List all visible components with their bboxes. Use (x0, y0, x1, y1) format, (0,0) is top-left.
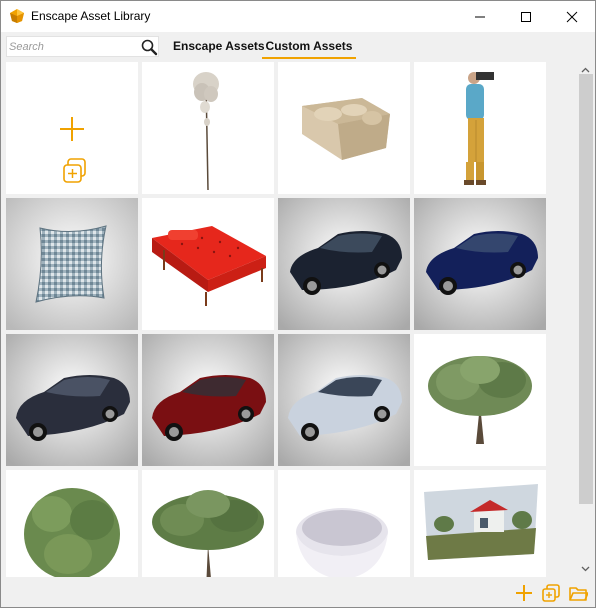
car-silver-thumbnail (278, 334, 410, 466)
window-title: Enscape Asset Library (31, 9, 151, 23)
scroll-thumb[interactable] (579, 74, 593, 504)
tab-custom-assets[interactable]: Custom Assets (262, 38, 356, 59)
open-folder-icon[interactable] (568, 583, 588, 603)
car-red-thumbnail (142, 334, 274, 466)
add-from-file-icon[interactable] (541, 583, 561, 603)
asset-tile-car-black[interactable] (278, 198, 410, 330)
asset-tile-spreading-tree[interactable] (142, 470, 274, 577)
search-input[interactable] (9, 39, 134, 54)
add-icon[interactable] (514, 583, 534, 603)
bottom-action-bar (1, 577, 595, 607)
checkered-cushion-thumbnail (6, 198, 138, 330)
asset-tile-tall-tree[interactable] (142, 62, 274, 194)
bathtub-thumbnail (296, 508, 388, 577)
plus-icon (60, 117, 84, 141)
car-black-thumbnail (278, 198, 410, 330)
asset-tile-sofa[interactable] (278, 62, 410, 194)
enscape-logo-icon (10, 9, 24, 23)
scroll-down-button[interactable] (577, 560, 594, 577)
asset-tile-olive-tree[interactable] (414, 334, 546, 466)
asset-tile-daybed[interactable] (142, 198, 274, 330)
shrub-tree-thumbnail (24, 488, 120, 577)
tab-enscape-assets[interactable]: Enscape Assets (167, 38, 271, 59)
search-icon[interactable] (140, 38, 158, 56)
chevron-down-icon (581, 566, 590, 571)
add-from-file-icon (63, 158, 86, 183)
person-with-camera-thumbnail (464, 72, 494, 185)
asset-tile-shrub-tree[interactable] (6, 470, 138, 577)
title-bar: Enscape Asset Library (1, 1, 595, 32)
car-dark-gray-thumbnail (6, 334, 138, 466)
asset-grid (5, 61, 575, 577)
close-icon (566, 11, 578, 22)
house-panorama-thumbnail (424, 484, 538, 560)
asset-tile-car-red[interactable] (142, 334, 274, 466)
spreading-tree-thumbnail (152, 490, 264, 577)
asset-tile-person[interactable] (414, 62, 546, 194)
car-blue-thumbnail (414, 198, 546, 330)
asset-tile-bathtub[interactable] (278, 470, 410, 577)
red-daybed-thumbnail (152, 226, 266, 306)
olive-tree-thumbnail (428, 356, 532, 444)
close-button[interactable] (549, 1, 595, 32)
asset-tile-car-dark-gray[interactable] (6, 334, 138, 466)
asset-tile-house-panorama[interactable] (414, 470, 546, 577)
vertical-scrollbar[interactable] (577, 61, 594, 577)
minimize-button[interactable] (457, 1, 503, 32)
maximize-icon (521, 11, 531, 22)
asset-tile-cushion[interactable] (6, 198, 138, 330)
search-box (6, 36, 159, 57)
tall-tree-thumbnail (193, 72, 219, 191)
sofa-thumbnail (302, 98, 390, 160)
maximize-button[interactable] (503, 1, 549, 32)
minimize-icon (475, 16, 485, 17)
toolbar: Enscape Assets Custom Assets (1, 32, 595, 60)
asset-tile-car-silver[interactable] (278, 334, 410, 466)
asset-tile-car-blue[interactable] (414, 198, 546, 330)
asset-library-window: Enscape Asset Library Enscape Assets Cus… (0, 0, 596, 608)
chevron-up-icon (581, 67, 590, 72)
add-asset-tile[interactable] (6, 62, 138, 194)
